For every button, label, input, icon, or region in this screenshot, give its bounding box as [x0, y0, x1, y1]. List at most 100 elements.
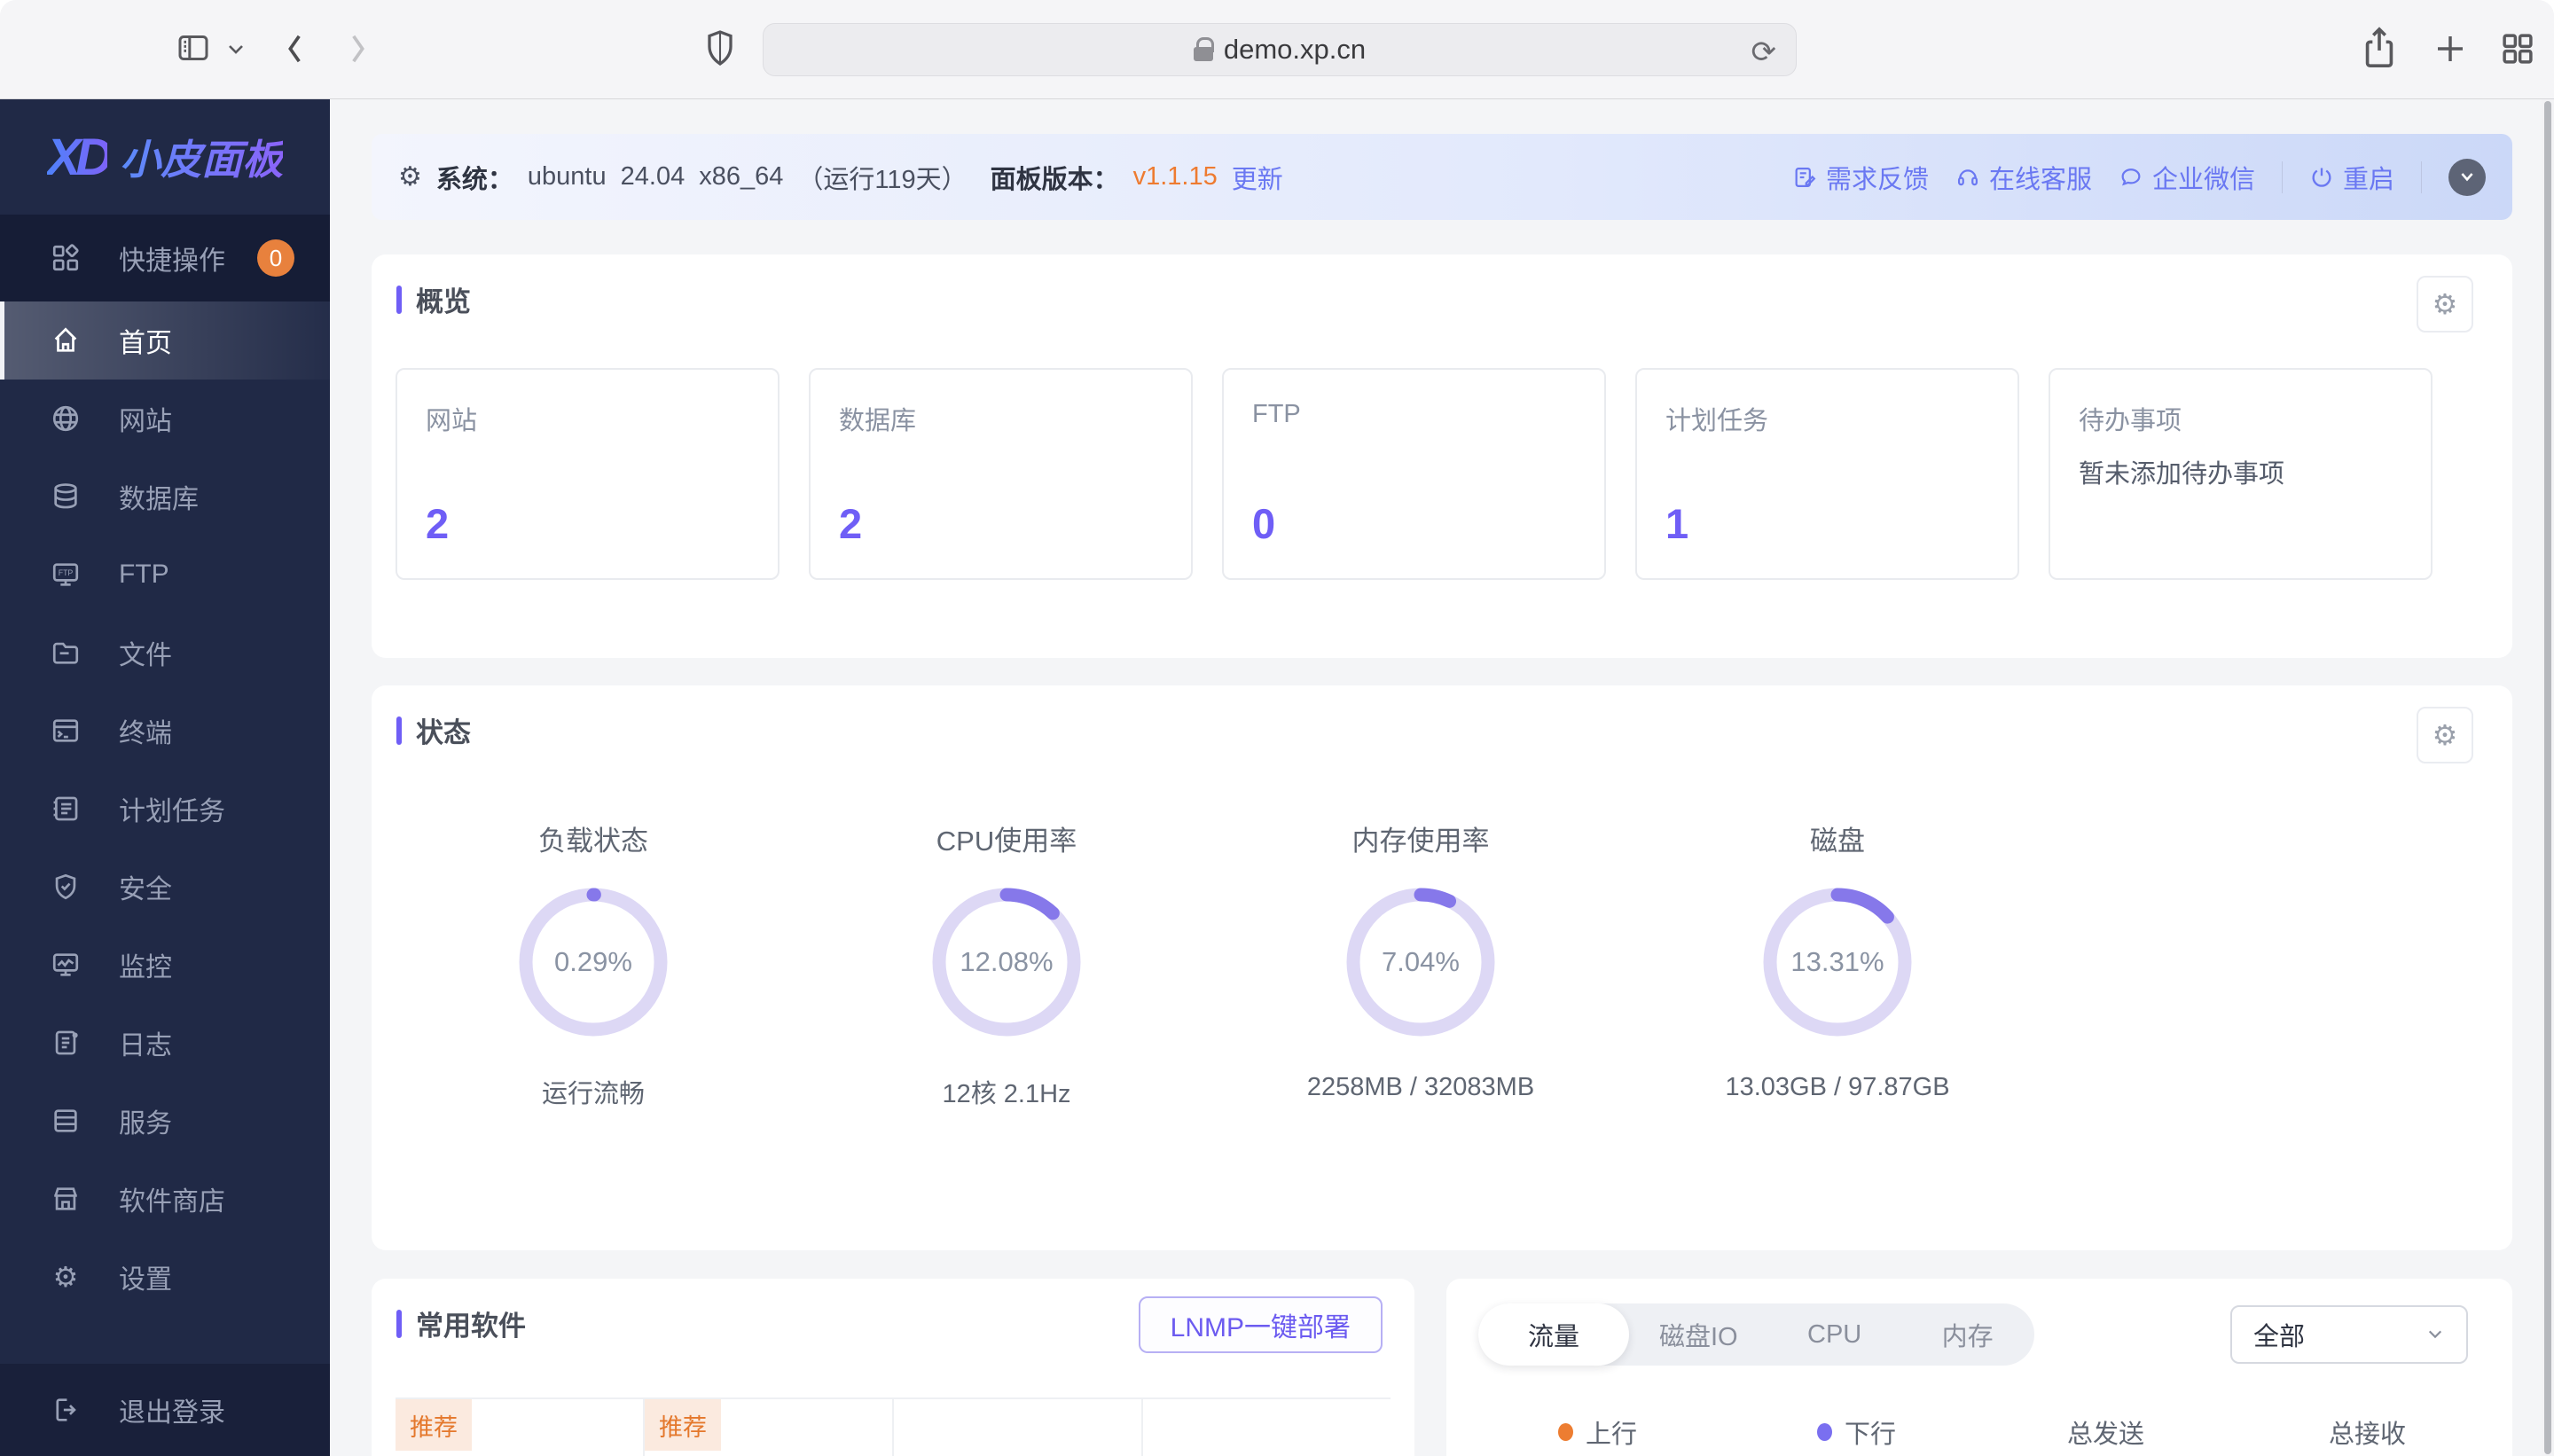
- tab-cpu[interactable]: CPU: [1768, 1303, 1901, 1366]
- software-cell[interactable]: [894, 1399, 1143, 1456]
- terminal-icon: [50, 715, 82, 747]
- tab-overview-icon[interactable]: [2499, 30, 2536, 67]
- logout-label: 退出登录: [119, 1398, 225, 1428]
- sidebar-item-label: 首页: [119, 329, 172, 358]
- upstream-dot: [1558, 1423, 1573, 1441]
- sidebar-item-logs[interactable]: 日志: [0, 1004, 330, 1082]
- sidebar-item-app-store[interactable]: 软件商店: [0, 1160, 330, 1238]
- legend-upstream: 上行: [1558, 1413, 1637, 1451]
- services-icon: [50, 1105, 82, 1137]
- wechat-work-link[interactable]: 企业微信: [2119, 159, 2255, 196]
- overview-card-cron[interactable]: 计划任务 1: [1635, 368, 2019, 580]
- disk-donut-chart: 13.31%: [1762, 887, 1913, 1037]
- sidebar-item-settings[interactable]: ⚙ 设置: [0, 1238, 330, 1316]
- sidebar-item-quick-actions[interactable]: 快捷操作 0: [0, 215, 330, 301]
- overview-title: 概览: [396, 279, 471, 319]
- sidebar-item-website[interactable]: 网站: [0, 380, 330, 458]
- sidebar-toggle-icon[interactable]: [176, 30, 211, 66]
- interface-filter-select[interactable]: 全部: [2230, 1305, 2468, 1364]
- tab-disk-io[interactable]: 磁盘IO: [1629, 1303, 1768, 1366]
- software-cell[interactable]: [1143, 1399, 1391, 1456]
- support-link[interactable]: 在线客服: [1955, 159, 2092, 196]
- power-icon: [2312, 168, 2331, 187]
- downstream-dot: [1817, 1423, 1832, 1441]
- load-donut-chart: 0.29%: [518, 887, 669, 1037]
- reload-icon[interactable]: ⟳: [1751, 35, 1777, 70]
- software-cell[interactable]: 推荐: [396, 1399, 645, 1456]
- overview-settings-button[interactable]: ⚙: [2417, 276, 2473, 333]
- sidebar-item-label: 监控: [119, 953, 172, 982]
- back-button[interactable]: [280, 28, 310, 69]
- url-text: demo.xp.cn: [1223, 34, 1367, 65]
- system-label: 系统：: [435, 165, 513, 194]
- sidebar-item-label: 计划任务: [119, 797, 225, 826]
- scrollbar-thumb[interactable]: [2544, 101, 2551, 1454]
- update-link[interactable]: 更新: [1232, 159, 1283, 196]
- sidebar-item-monitor[interactable]: 监控: [0, 926, 330, 1004]
- overview-card-website[interactable]: 网站 2: [396, 368, 780, 580]
- new-tab-icon[interactable]: [2432, 30, 2469, 67]
- lnmp-deploy-button[interactable]: LNMP一键部署: [1138, 1296, 1383, 1353]
- logo-mark: XD: [46, 128, 114, 186]
- recommend-badge: 推荐: [396, 1399, 472, 1451]
- sidebar-item-label: 设置: [119, 1265, 172, 1295]
- macos-browser-window: demo.xp.cn ⟳ XD 小皮面板 快捷操作 0 首页 网站 数据库 FT…: [0, 0, 2554, 1456]
- tab-memory[interactable]: 内存: [1901, 1303, 2034, 1366]
- page-scrollbar[interactable]: [2542, 99, 2554, 1456]
- metrics-tabbar: 流量 磁盘IO CPU 内存: [1478, 1303, 2034, 1366]
- legend-downstream: 下行: [1817, 1413, 1896, 1451]
- sidebar-item-services[interactable]: 服务: [0, 1082, 330, 1160]
- gear-icon: ⚙: [398, 161, 422, 192]
- quick-actions-icon: [50, 242, 82, 274]
- uptime: （运行119天）: [797, 165, 968, 194]
- chevron-down-icon[interactable]: [225, 41, 247, 59]
- feedback-link[interactable]: 需求反馈: [1792, 159, 1929, 196]
- status-settings-button[interactable]: ⚙: [2417, 707, 2473, 763]
- sidebar-item-files[interactable]: 文件: [0, 614, 330, 692]
- title-bar-accent: [396, 285, 402, 314]
- overview-card-todo[interactable]: 待办事项 暂未添加待办事项: [2049, 368, 2433, 580]
- sidebar-item-label: 快捷操作: [119, 247, 225, 276]
- logout-button[interactable]: 退出登录: [0, 1364, 330, 1456]
- feedback-icon: [1795, 167, 1816, 187]
- task-list-icon: [50, 793, 82, 825]
- sidebar-item-ftp[interactable]: FTP FTP: [0, 536, 330, 614]
- monitor-chart-icon: [50, 949, 82, 981]
- sidebar-item-label: 服务: [119, 1109, 172, 1139]
- sidebar-item-label: 安全: [119, 875, 172, 904]
- sidebar-item-home[interactable]: 首页: [0, 301, 330, 380]
- tab-traffic[interactable]: 流量: [1478, 1303, 1629, 1366]
- home-icon: [50, 325, 82, 356]
- chat-bubble-icon: [2121, 168, 2141, 185]
- sidebar-item-terminal[interactable]: 终端: [0, 692, 330, 770]
- forward-button[interactable]: [342, 28, 372, 69]
- metrics-panel: 流量 磁盘IO CPU 内存 全部 上行 下行 总发送 总接收: [1446, 1279, 2512, 1456]
- common-software-panel: 常用软件 LNMP一键部署 推荐 推荐: [372, 1279, 1414, 1456]
- gauge-cpu: CPU使用率 12.08% 12核 2.1Hz: [820, 818, 1193, 1110]
- software-title: 常用软件: [396, 1303, 526, 1343]
- privacy-shield-icon[interactable]: [704, 25, 736, 71]
- address-bar[interactable]: demo.xp.cn ⟳: [763, 23, 1797, 76]
- software-cell[interactable]: 推荐: [645, 1399, 894, 1456]
- store-icon: [50, 1183, 82, 1215]
- gear-icon: ⚙: [2432, 719, 2458, 751]
- overview-card-database[interactable]: 数据库 2: [809, 368, 1193, 580]
- sidebar-item-cron[interactable]: 计划任务: [0, 770, 330, 848]
- log-book-icon: [50, 1027, 82, 1059]
- gauge-load: 负载状态 0.29% 运行流畅: [407, 818, 780, 1110]
- sidebar-item-label: 网站: [119, 407, 172, 436]
- restart-button[interactable]: 重启: [2309, 159, 2394, 196]
- title-bar-accent: [396, 716, 402, 745]
- sidebar-item-database[interactable]: 数据库: [0, 458, 330, 536]
- shield-check-icon: [50, 871, 82, 903]
- sidebar-item-label: 日志: [119, 1031, 172, 1061]
- overview-card-ftp[interactable]: FTP 0: [1222, 368, 1606, 580]
- cpu-donut-chart: 12.08%: [931, 887, 1082, 1037]
- collapse-toolbar-button[interactable]: [2448, 158, 2486, 196]
- share-icon[interactable]: [2359, 23, 2400, 74]
- app-logo: XD 小皮面板: [0, 99, 330, 215]
- sidebar-item-security[interactable]: 安全: [0, 848, 330, 926]
- sidebar-item-label: FTP: [119, 560, 169, 589]
- browser-toolbar: demo.xp.cn ⟳: [0, 0, 2554, 1203]
- gauge-disk: 磁盘 13.31% 13.03GB / 97.87GB: [1725, 826, 1950, 1101]
